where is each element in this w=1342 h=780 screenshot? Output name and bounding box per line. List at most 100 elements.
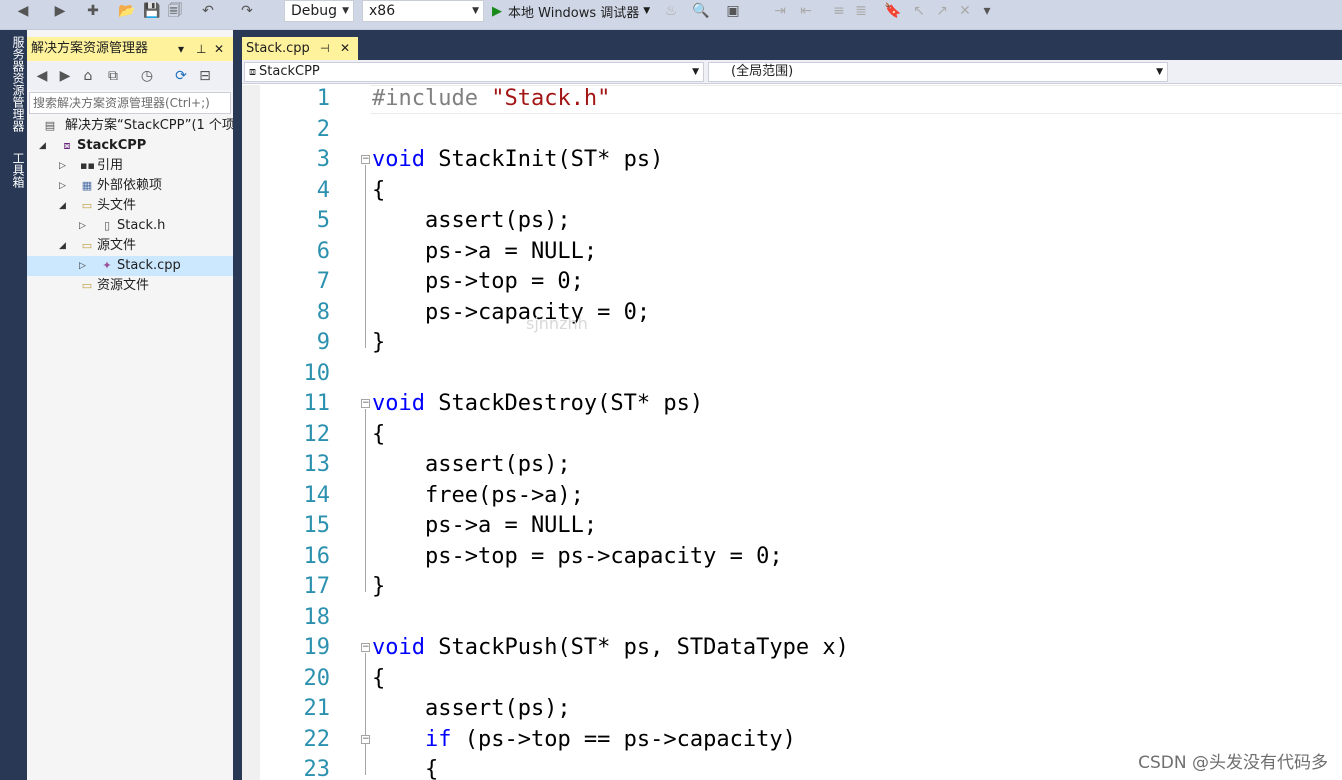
code-token: { — [372, 421, 386, 447]
line-number: 19 — [303, 635, 331, 660]
tree-item[interactable]: ◢ ▭ 源文件 — [27, 236, 233, 256]
server-explorer-tab[interactable]: 服务器资源管理器 — [2, 36, 25, 132]
browse-icon[interactable]: 🔍 — [692, 2, 710, 20]
code-token: free(ps->a); — [372, 482, 584, 508]
panel-divider[interactable] — [233, 30, 242, 780]
refresh-icon[interactable]: ⟳ — [172, 67, 190, 85]
forward-icon[interactable]: ▶ — [51, 2, 69, 20]
expand-arrow-icon[interactable]: ▷ — [79, 256, 86, 276]
close-tab-icon[interactable]: ✕ — [340, 37, 350, 60]
line-number: 15 — [303, 513, 331, 538]
collapse-arrow-icon[interactable]: ◢ — [59, 196, 66, 216]
collapse-arrow-icon[interactable]: ◢ — [39, 136, 46, 156]
solution-search-input[interactable]: 搜索解决方案资源管理器(Ctrl+;) — [29, 92, 231, 114]
home-icon[interactable]: ⌂ — [79, 67, 97, 85]
start-debugging-button[interactable]: ▶ 本地 Windows 调试器 ▼ — [492, 0, 650, 22]
scope-dropdown[interactable]: (全局范围) ▼ — [708, 62, 1168, 82]
line-number: 6 — [316, 238, 330, 264]
toolbox-tab[interactable]: 工具箱 — [2, 152, 25, 188]
next-bookmark-icon[interactable]: ↗ — [933, 2, 951, 20]
code-token: (ps->top == ps->capacity) — [451, 726, 796, 752]
project-icon: ⧈ — [63, 139, 71, 152]
undo-icon[interactable]: ↶ — [199, 2, 217, 20]
tree-item[interactable]: ▷ ▯ Stack.h — [27, 216, 233, 236]
tree-item-label: 源文件 — [97, 238, 137, 253]
expand-arrow-icon[interactable]: ▷ — [59, 176, 66, 196]
line-number: 2 — [316, 116, 330, 142]
panel-menu-icon[interactable]: ▾ — [178, 37, 184, 61]
chevron-down-icon: ▼ — [342, 6, 349, 16]
tree-item-label: Stack.h — [117, 218, 166, 233]
code-token: void — [372, 635, 425, 660]
project-dropdown[interactable]: ⧈ StackCPP ▼ — [244, 62, 704, 82]
redo-icon[interactable]: ↷ — [238, 2, 256, 20]
tree-item-label: Stack.cpp — [117, 258, 181, 273]
forward-icon[interactable]: ▶ — [56, 67, 74, 85]
tree-item[interactable]: ▷ ▪▪ 引用 — [27, 156, 233, 176]
tree-item-label: 头文件 — [97, 198, 137, 213]
pin-icon[interactable]: ⊥ — [196, 37, 206, 61]
clear-bookmarks-icon[interactable]: ✕ — [956, 2, 974, 20]
pending-changes-icon[interactable]: ◷ — [138, 67, 156, 85]
config-dropdown[interactable]: Debug ▼ — [284, 0, 354, 22]
open-file-icon[interactable]: 📂 — [118, 2, 136, 20]
code-token: #include — [372, 86, 492, 111]
hot-reload-icon[interactable]: ♨ — [662, 2, 680, 20]
solution-explorer-header: 解决方案资源管理器 ▾ ⊥ ✕ — [27, 37, 233, 61]
prev-bookmark-icon[interactable]: ↖ — [910, 2, 928, 20]
tree-item[interactable]: ▤ 解决方案“StackCPP”(1 个项目 — [27, 116, 248, 136]
code-token: StackDestroy(ST* ps) — [424, 391, 704, 416]
save-all-icon[interactable]: 🗐 — [166, 2, 184, 20]
collapse-arrow-icon[interactable]: ◢ — [59, 236, 66, 256]
step-icon[interactable]: ⇥ — [771, 2, 789, 20]
code-token: { — [372, 665, 386, 691]
code-token: ps->top = 0; — [372, 269, 584, 294]
collapse-all-icon[interactable]: ⊟ — [196, 67, 214, 85]
document-tab-strip: Stack.cpp ⊣ ✕ — [242, 30, 1342, 60]
tree-item-label: 解决方案“StackCPP”(1 个项目 — [65, 118, 248, 133]
line-number: 16 — [303, 543, 331, 569]
code-editor[interactable]: 1 #include "Stack.h" 2 3 void StackInit(ST* … — [260, 85, 1342, 780]
tab-label: Stack.cpp — [246, 41, 310, 56]
code-token: assert(ps); — [372, 696, 571, 721]
tree-item-label: 外部依赖项 — [97, 178, 163, 193]
tree-item[interactable]: ◢ ▭ 头文件 — [27, 196, 233, 216]
collapse-region-icon[interactable]: − — [361, 643, 370, 652]
save-icon[interactable]: 💾 — [143, 2, 161, 20]
screenshot-icon[interactable]: ▣ — [724, 2, 742, 20]
back-icon[interactable]: ◀ — [14, 2, 32, 20]
overflow-icon[interactable]: ▾ — [978, 2, 996, 20]
tree-item[interactable]: ▷ ▦ 外部依赖项 — [27, 176, 233, 196]
new-project-icon[interactable]: ✚ — [84, 2, 102, 20]
code-token: ps->a = NULL; — [372, 238, 598, 264]
line-number: 12 — [303, 421, 331, 447]
step-over-icon[interactable]: ⇤ — [797, 2, 815, 20]
comment-icon[interactable]: ≡ — [830, 2, 848, 20]
expand-arrow-icon[interactable]: ▷ — [59, 156, 66, 176]
back-icon[interactable]: ◀ — [33, 67, 51, 85]
code-line: } — [372, 328, 385, 358]
pin-icon[interactable]: ⊣ — [320, 37, 330, 60]
uncomment-icon[interactable]: ≣ — [852, 2, 870, 20]
switch-view-icon[interactable]: ⧉ — [104, 67, 122, 85]
line-number: 22 — [303, 726, 331, 752]
platform-dropdown[interactable]: x86 ▼ — [362, 0, 484, 22]
collapse-region-icon[interactable]: − — [361, 399, 370, 408]
tab-stack-cpp[interactable]: Stack.cpp ⊣ ✕ — [242, 37, 358, 60]
code-line: assert(ps); — [372, 206, 571, 236]
collapse-region-icon[interactable]: − — [361, 734, 370, 744]
close-icon[interactable]: ✕ — [214, 37, 224, 61]
collapse-region-icon[interactable]: − — [361, 155, 370, 164]
external-deps-icon: ▦ — [81, 179, 93, 192]
code-line: { — [372, 420, 385, 450]
tree-item[interactable]: ◢ ⧈ StackCPP — [27, 136, 233, 156]
line-number: 17 — [303, 574, 331, 599]
line-number: 5 — [316, 208, 330, 233]
code-token: } — [372, 574, 386, 599]
search-placeholder: 搜索解决方案资源管理器(Ctrl+;) — [33, 96, 210, 110]
tree-item[interactable]: ▭ 资源文件 — [27, 276, 233, 296]
expand-arrow-icon[interactable]: ▷ — [79, 216, 86, 236]
bookmark-icon[interactable]: 🔖 — [884, 2, 902, 20]
tree-item[interactable]: ▷ ✦ Stack.cpp — [27, 256, 233, 276]
